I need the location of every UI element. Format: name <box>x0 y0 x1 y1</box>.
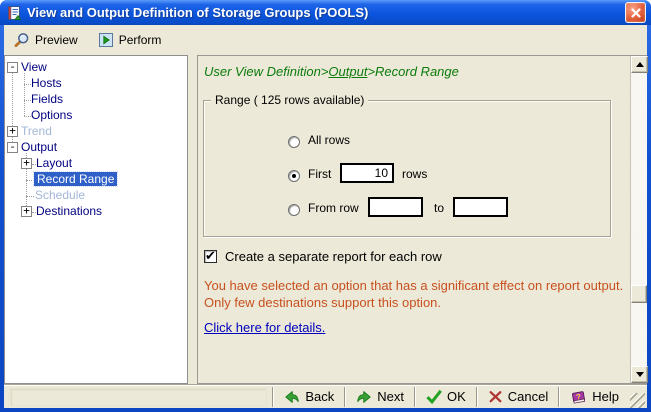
tree-expander-view[interactable]: - <box>7 61 18 73</box>
tree-item-fields[interactable]: Fields <box>31 92 63 106</box>
help-label: Help <box>592 389 619 404</box>
vertical-scrollbar[interactable] <box>630 56 648 383</box>
check-mark-icon: ✔ <box>205 248 216 263</box>
tree-expander-layout[interactable]: + <box>21 157 32 169</box>
details-link[interactable]: Click here for details. <box>204 320 325 335</box>
from-row-input[interactable] <box>368 197 423 217</box>
separate-report-label: Create a separate report for each row <box>225 249 442 264</box>
cancel-label: Cancel <box>507 389 549 404</box>
title-bar: View and Output Definition of Storage Gr… <box>0 0 651 25</box>
preview-button[interactable]: Preview <box>10 30 81 50</box>
tree-line <box>24 73 25 116</box>
cancel-button[interactable]: Cancel <box>479 386 557 408</box>
scroll-down-button[interactable] <box>631 366 648 383</box>
toolbar: Preview Perform <box>4 25 647 54</box>
separate-report-row: ✔ Create a separate report for each row <box>204 248 442 264</box>
scrollbar-track[interactable] <box>631 73 647 366</box>
scroll-down-icon <box>635 372 644 377</box>
back-button[interactable]: Back <box>275 386 343 408</box>
range-groupbox-legend: Range ( 125 rows available) <box>211 93 369 107</box>
scroll-up-button[interactable] <box>631 56 648 73</box>
tree-expander-trend[interactable]: + <box>7 125 18 137</box>
all-rows-label: All rows <box>308 133 351 147</box>
back-arrow-icon <box>284 389 300 405</box>
perform-label: Perform <box>118 32 162 47</box>
footer-separator <box>475 386 478 407</box>
check-icon <box>426 389 442 405</box>
footer-separator <box>272 386 275 407</box>
magnifier-icon <box>13 32 30 48</box>
tree-item-record-range[interactable]: Record Range <box>32 171 119 187</box>
tree-item-view[interactable]: View <box>21 60 47 74</box>
resize-grip[interactable] <box>630 393 645 408</box>
help-book-icon: ? <box>570 389 587 405</box>
back-label: Back <box>305 389 335 404</box>
tree-line <box>26 180 34 181</box>
close-icon <box>630 7 641 18</box>
panel-splitter[interactable] <box>188 55 197 384</box>
tree-item-options[interactable]: Options <box>31 108 72 122</box>
breadcrumb: User View Definition>Output>Record Range <box>204 64 459 79</box>
tree-expander-destinations[interactable]: + <box>21 205 32 217</box>
footer-separator <box>413 386 416 407</box>
warning-text-line1: You have selected an option that has a s… <box>204 278 624 293</box>
scrollbar-thumb[interactable] <box>631 285 647 303</box>
navigation-tree: - + - + + View Hosts Fields Options Tren… <box>4 55 188 384</box>
next-button[interactable]: Next <box>347 386 413 408</box>
dialog-window: View and Output Definition of Storage Gr… <box>0 0 651 412</box>
to-label: to <box>434 201 445 215</box>
ok-button[interactable]: OK <box>417 386 475 408</box>
breadcrumb-current: Record Range <box>375 64 459 79</box>
from-row-label: From row <box>308 201 359 215</box>
window-title: View and Output Definition of Storage Gr… <box>27 5 369 20</box>
status-area <box>10 387 268 406</box>
tree-item-schedule[interactable]: Schedule <box>35 188 85 202</box>
tree-item-hosts[interactable]: Hosts <box>31 76 62 90</box>
range-groupbox: Range ( 125 rows available) All rows Fir… <box>203 93 611 237</box>
breadcrumb-separator: > <box>367 64 376 79</box>
footer-separator <box>558 386 561 407</box>
rows-suffix-label: rows <box>402 167 428 181</box>
footer-bar: Back Next OK Cancel ? Help <box>4 384 647 408</box>
footer-separator <box>344 386 347 407</box>
from-row-radio[interactable] <box>288 204 300 216</box>
tree-line <box>24 84 31 85</box>
tree-line <box>24 100 31 101</box>
separate-report-checkbox[interactable]: ✔ <box>204 248 217 263</box>
all-rows-radio[interactable] <box>288 136 300 148</box>
tree-item-destinations[interactable]: Destinations <box>36 204 102 218</box>
ok-label: OK <box>446 389 466 404</box>
first-rows-input[interactable] <box>340 163 394 183</box>
first-label: First <box>308 167 332 181</box>
close-button[interactable] <box>625 2 646 23</box>
first-rows-radio[interactable] <box>288 170 300 182</box>
to-row-input[interactable] <box>453 197 508 217</box>
next-arrow-icon <box>356 389 372 405</box>
record-range-page: User View Definition>Output>Record Range… <box>198 56 630 383</box>
tree-expander-output[interactable]: - <box>7 141 18 153</box>
tree-line <box>24 116 31 117</box>
warning-text-line2: Only few destinations support this optio… <box>204 295 442 310</box>
tree-item-trend[interactable]: Trend <box>21 124 52 138</box>
next-label: Next <box>377 389 404 404</box>
breadcrumb-part: User View Definition <box>204 64 321 79</box>
tree-item-layout[interactable]: Layout <box>36 156 72 170</box>
breadcrumb-link-output[interactable]: Output <box>328 64 367 79</box>
x-icon <box>488 389 503 404</box>
tree-line <box>26 196 34 197</box>
play-icon <box>98 32 114 48</box>
app-icon <box>6 5 22 21</box>
scroll-up-icon <box>635 62 644 67</box>
help-button[interactable]: ? Help <box>561 386 628 408</box>
preview-label: Preview <box>35 32 78 47</box>
tree-item-output[interactable]: Output <box>21 140 57 154</box>
perform-button[interactable]: Perform <box>95 30 165 50</box>
